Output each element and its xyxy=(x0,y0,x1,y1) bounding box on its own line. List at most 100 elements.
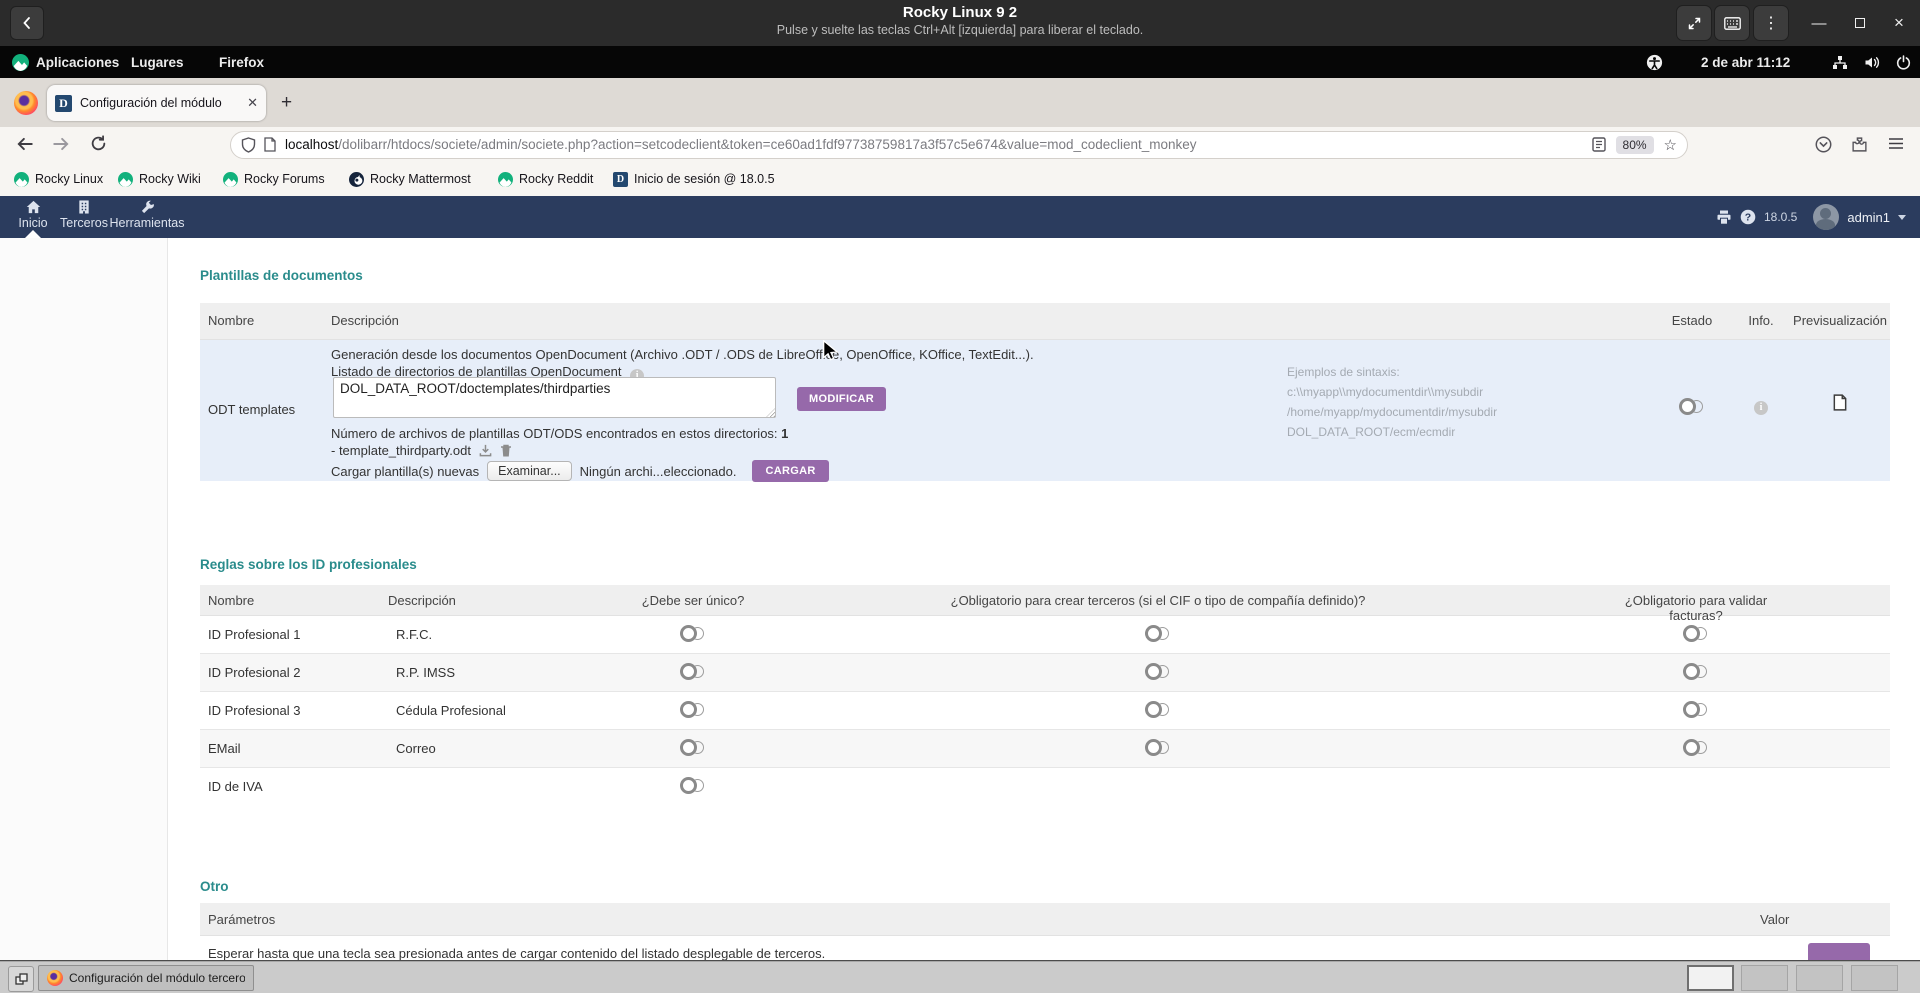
template-dir-input[interactable]: DOL_DATA_ROOT/doctemplates/thirdparties xyxy=(333,377,776,418)
textarea-resize-grip[interactable] xyxy=(766,408,775,417)
col-obligatorio-crear: ¿Obligatorio para crear terceros (si el … xyxy=(951,593,1366,608)
col-previsualizacion: Previsualización xyxy=(1793,313,1887,328)
mandatory-create-toggle-off[interactable] xyxy=(1145,700,1171,719)
unique-toggle-off[interactable] xyxy=(680,624,706,643)
col-info: Info. xyxy=(1748,313,1773,328)
col-obligatorio-facturas: ¿Obligatorio para validar facturas? xyxy=(1599,593,1793,623)
unique-toggle-off[interactable] xyxy=(680,700,706,719)
mandatory-create-toggle-off[interactable] xyxy=(1145,624,1171,643)
param-action-button[interactable] xyxy=(1808,943,1870,960)
taskbar: Configuración del módulo terceros... xyxy=(0,961,1920,993)
dolibarr-favicon: D xyxy=(55,95,72,112)
help-icon[interactable]: ? xyxy=(1740,209,1756,225)
volume-icon xyxy=(1864,46,1881,78)
vm-back-button[interactable] xyxy=(10,6,44,40)
rocky-icon xyxy=(118,172,133,187)
url-bar[interactable]: localhost /dolibarr/htdocs/societe/admin… xyxy=(230,131,1688,159)
mandatory-invoice-toggle-off[interactable] xyxy=(1683,662,1709,681)
bookmark-rocky-forums[interactable]: Rocky Forums xyxy=(223,162,325,196)
forward-button[interactable] xyxy=(52,135,70,153)
gnome-menu-firefox[interactable]: Firefox xyxy=(219,46,264,78)
unique-toggle-off[interactable] xyxy=(680,776,706,795)
menu-item-inicio[interactable]: Inicio xyxy=(12,200,54,230)
vm-window-subtitle: Pulse y suelte las teclas Ctrl+Alt [izqu… xyxy=(0,22,1920,39)
col-descripcion: Descripción xyxy=(388,593,456,608)
vm-keyboard-button[interactable] xyxy=(1714,5,1750,41)
pocket-icon[interactable] xyxy=(1815,136,1832,153)
extensions-icon[interactable] xyxy=(1851,136,1868,153)
template-desc-line1: Generación desde los documentos OpenDocu… xyxy=(331,347,1034,362)
tab-close-icon[interactable]: ✕ xyxy=(247,95,258,111)
row-name: ID Profesional 3 xyxy=(200,703,388,718)
col-valor: Valor xyxy=(1760,912,1789,927)
mandatory-invoice-toggle-off[interactable] xyxy=(1683,738,1709,757)
workspace-2[interactable] xyxy=(1741,965,1788,991)
menu-item-herramientas[interactable]: Herramientas xyxy=(104,200,190,230)
keyboard-icon xyxy=(1724,17,1741,30)
mandatory-invoice-toggle-off[interactable] xyxy=(1683,700,1709,719)
power-icon[interactable] xyxy=(1896,46,1911,78)
reload-button[interactable] xyxy=(90,135,107,152)
hamburger-menu-icon[interactable] xyxy=(1888,136,1904,151)
dolibarr-top-menu: Inicio Terceros Herramientas ? 18.0.5 ad… xyxy=(0,196,1920,238)
param-label: Esperar hasta que una tecla sea presiona… xyxy=(208,946,825,960)
workspace-1[interactable] xyxy=(1687,965,1734,991)
bookmark-rocky-reddit[interactable]: Rocky Reddit xyxy=(498,162,593,196)
zoom-level-badge[interactable]: 80% xyxy=(1616,136,1654,154)
vm-titlebar: Rocky Linux 9 2 Pulse y suelte las tecla… xyxy=(0,0,1920,46)
rocky-logo-icon[interactable] xyxy=(12,46,29,78)
bookmark-rocky-mattermost[interactable]: Rocky Mattermost xyxy=(349,162,471,196)
vm-kebab-menu-button[interactable]: ⋮ xyxy=(1753,5,1789,41)
info-icon[interactable]: i xyxy=(1754,401,1768,415)
rocky-icon xyxy=(14,172,29,187)
bookmark-star-icon[interactable]: ☆ xyxy=(1664,136,1677,154)
vm-fullscreen-button[interactable] xyxy=(1676,5,1712,41)
user-menu[interactable]: admin1 xyxy=(1847,210,1890,225)
main-content: Plantillas de documentos Nombre Descripc… xyxy=(167,238,1920,960)
print-icon[interactable] xyxy=(1716,210,1732,225)
version-label: 18.0.5 xyxy=(1764,210,1797,224)
tab-title: Configuración del módulo xyxy=(80,96,243,110)
new-tab-button[interactable]: + xyxy=(281,92,292,114)
taskbar-window-button[interactable]: Configuración del módulo terceros... xyxy=(38,965,254,991)
gnome-menu-applications[interactable]: Aplicaciones xyxy=(36,46,119,78)
other-row-1: Esperar hasta que una tecla sea presiona… xyxy=(200,936,1890,960)
unique-toggle-off[interactable] xyxy=(680,662,706,681)
mandatory-create-toggle-off[interactable] xyxy=(1145,662,1171,681)
user-avatar[interactable] xyxy=(1813,204,1839,230)
vm-window-title: Rocky Linux 9 2 xyxy=(0,3,1920,22)
cargar-button[interactable]: CARGAR xyxy=(752,460,828,482)
bookmark-rocky-wiki[interactable]: Rocky Wiki xyxy=(118,162,201,196)
firefox-logo-icon[interactable] xyxy=(14,91,38,115)
trash-icon[interactable] xyxy=(500,444,512,458)
back-button[interactable] xyxy=(16,135,34,153)
bookmark-dolibarr-login[interactable]: D Inicio de sesión @ 18.0.5 xyxy=(613,162,775,196)
chevron-down-icon[interactable] xyxy=(1898,215,1906,220)
site-security-icon[interactable] xyxy=(264,137,276,152)
dolibarr-icon: D xyxy=(613,172,628,187)
vm-close-button[interactable]: × xyxy=(1888,12,1910,34)
preview-file-icon[interactable] xyxy=(1833,394,1847,411)
download-icon[interactable] xyxy=(479,444,492,457)
bookmark-rocky-linux[interactable]: Rocky Linux xyxy=(14,162,103,196)
unique-toggle-off[interactable] xyxy=(680,738,706,757)
reader-mode-icon[interactable] xyxy=(1592,137,1606,152)
estado-toggle-off[interactable] xyxy=(1679,397,1705,416)
workspace-4[interactable] xyxy=(1851,965,1898,991)
accessibility-icon[interactable] xyxy=(1646,46,1663,78)
examinar-button[interactable]: Examinar... xyxy=(487,461,572,481)
vm-maximize-button[interactable] xyxy=(1849,12,1871,34)
vm-minimize-button[interactable]: — xyxy=(1808,12,1830,34)
mandatory-invoice-toggle-off[interactable] xyxy=(1683,624,1709,643)
other-table: Parámetros Valor Esperar hasta que una t… xyxy=(200,903,1890,960)
modificar-button[interactable]: MODIFICAR xyxy=(797,387,886,411)
workspace-3[interactable] xyxy=(1796,965,1843,991)
show-desktop-button[interactable] xyxy=(8,966,34,992)
gnome-menu-places[interactable]: Lugares xyxy=(131,46,184,78)
mandatory-create-toggle-off[interactable] xyxy=(1145,738,1171,757)
profids-table: Nombre Descripción ¿Debe ser único? ¿Obl… xyxy=(200,585,1890,805)
gnome-clock[interactable]: 2 de abr 11:12 xyxy=(1701,46,1790,78)
browser-tab[interactable]: D Configuración del módulo ✕ xyxy=(47,85,266,121)
tracking-shield-icon[interactable] xyxy=(241,137,256,153)
profid-row-4: EMail Correo xyxy=(200,729,1890,767)
